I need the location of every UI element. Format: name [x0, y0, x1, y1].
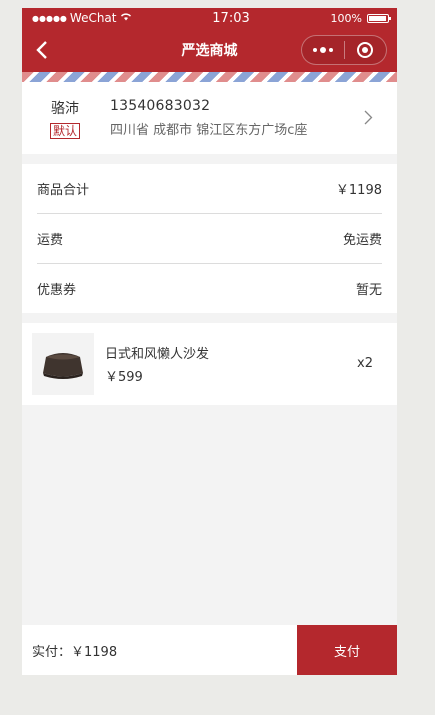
product-image [32, 333, 94, 395]
capsule-menu [301, 35, 387, 65]
status-right: 100% [330, 11, 391, 25]
status-bar: ●●●●● WeChat 17:03 100% [22, 8, 397, 28]
product-quantity: x2 [357, 356, 373, 371]
address-name-block: 骆沛 默认 [40, 98, 90, 139]
goods-item[interactable]: 日式和风懒人沙发 ￥599 x2 [22, 323, 397, 405]
signal-icon: ●●●●● [32, 13, 67, 23]
subtotal-label: 商品合计 [37, 183, 90, 198]
summary-row-coupon[interactable]: 优惠券 暂无 [37, 264, 382, 313]
order-summary: 商品合计 ￥1198 运费 免运费 优惠券 暂无 [22, 164, 397, 313]
shipping-value: 免运费 [342, 233, 382, 248]
shipping-label: 运费 [37, 233, 64, 248]
recipient-phone: 13540683032 [110, 98, 211, 114]
more-icon [312, 47, 333, 53]
pay-button[interactable]: 支付 [297, 625, 397, 675]
pay-total: 实付：￥1198 [32, 644, 118, 660]
chevron-right-icon [364, 110, 373, 129]
chevron-left-icon [36, 41, 47, 59]
envelope-stripe [22, 72, 397, 82]
page-title: 严选商城 [181, 43, 238, 59]
status-time: 17:03 [212, 10, 250, 26]
checkout-bar: 实付：￥1198 支付 [22, 625, 397, 675]
recipient-name: 骆沛 [51, 100, 79, 117]
address-card[interactable]: 骆沛 默认 13540683032 四川省 成都市 锦江区东方广场c座 [22, 82, 397, 154]
address-text: 四川省 成都市 锦江区东方广场c座 [110, 123, 308, 138]
goods-info: 日式和风懒人沙发 ￥599 [105, 343, 209, 385]
close-icon [357, 42, 374, 58]
battery-percent: 100% [330, 11, 362, 25]
product-price: ￥599 [105, 370, 143, 385]
subtotal-value: ￥1198 [335, 183, 382, 198]
summary-row-shipping: 运费 免运费 [37, 214, 382, 264]
back-button[interactable] [30, 38, 54, 62]
coupon-label: 优惠券 [37, 283, 77, 298]
close-button[interactable] [345, 36, 387, 64]
status-left: ●●●●● WeChat [32, 11, 132, 25]
default-badge: 默认 [49, 122, 80, 139]
coupon-value: 暂无 [355, 283, 382, 298]
wifi-icon [120, 12, 132, 24]
address-details: 13540683032 四川省 成都市 锦江区东方广场c座 [110, 98, 307, 138]
nav-bar: 严选商城 [22, 28, 397, 72]
summary-row-subtotal: 商品合计 ￥1198 [37, 164, 382, 214]
more-button[interactable] [302, 36, 344, 64]
battery-icon [366, 13, 391, 23]
phone-screen: ●●●●● WeChat 17:03 100% 严选商城 骆沛 默认 13540… [22, 8, 397, 675]
product-name: 日式和风懒人沙发 [105, 347, 210, 362]
carrier-label: WeChat [69, 11, 117, 25]
